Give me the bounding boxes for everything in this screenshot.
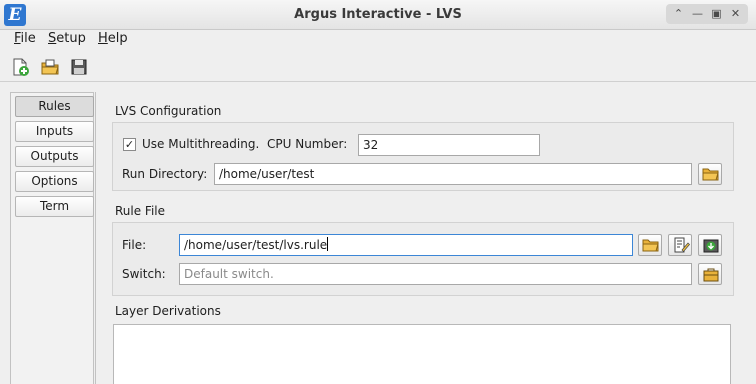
sidebar-item-rules[interactable]: Rules <box>15 96 94 117</box>
cpu-number-input[interactable]: 32 <box>358 134 540 156</box>
window-title: Argus Interactive - LVS <box>294 7 462 22</box>
rule-file-label: File: <box>122 238 147 252</box>
menu-help[interactable]: Help <box>98 31 128 46</box>
restore-icon[interactable]: ▣ <box>707 6 726 22</box>
rule-file-group: File: /home/user/test/lvs.rule Switch: D… <box>112 222 734 296</box>
edit-document-icon <box>674 237 690 253</box>
lvs-config-title: LVS Configuration <box>115 104 222 118</box>
rule-file-value: /home/user/test/lvs.rule <box>184 238 328 252</box>
open-folder-icon <box>702 168 719 181</box>
title-bar: E Argus Interactive - LVS ⌃ — ▣ ✕ <box>0 0 756 30</box>
briefcase-icon <box>703 268 719 282</box>
multithreading-checkbox[interactable]: ✓ <box>123 138 136 151</box>
menu-setup[interactable]: Setup <box>48 31 86 46</box>
open-folder-icon[interactable] <box>40 57 60 77</box>
main-panel: LVS Configuration ✓ Use Multithreading. … <box>95 92 756 384</box>
edit-rule-file-button[interactable] <box>668 234 692 256</box>
switch-select-button[interactable] <box>698 263 722 285</box>
switch-input[interactable]: Default switch. <box>179 263 692 285</box>
sidebar-item-inputs[interactable]: Inputs <box>15 121 94 142</box>
switch-label: Switch: <box>122 267 166 281</box>
layer-derivations-textarea[interactable] <box>113 324 731 384</box>
load-rule-file-button[interactable] <box>698 234 722 256</box>
menu-bar: File Setup Help <box>0 30 756 52</box>
toolbar <box>0 52 756 82</box>
sidebar: Rules Inputs Outputs Options Term <box>10 92 94 384</box>
download-icon <box>703 239 719 253</box>
save-icon[interactable] <box>69 57 89 77</box>
maximize-up-icon[interactable]: ⌃ <box>669 6 688 22</box>
open-folder-icon <box>642 239 659 252</box>
rule-file-input[interactable]: /home/user/test/lvs.rule <box>179 234 633 256</box>
multithreading-label: Use Multithreading. <box>142 137 260 151</box>
window-controls: ⌃ — ▣ ✕ <box>666 4 748 24</box>
run-directory-label: Run Directory: <box>122 167 208 181</box>
cpu-number-label: CPU Number: <box>267 137 348 151</box>
run-directory-input[interactable]: /home/user/test <box>214 163 692 185</box>
rule-file-title: Rule File <box>115 204 166 218</box>
text-caret <box>327 237 329 251</box>
new-file-icon[interactable] <box>11 57 31 77</box>
minimize-icon[interactable]: — <box>688 6 707 22</box>
layer-derivations-title: Layer Derivations <box>115 304 221 318</box>
browse-run-directory-button[interactable] <box>698 163 722 185</box>
close-icon[interactable]: ✕ <box>726 6 745 22</box>
lvs-config-group: ✓ Use Multithreading. CPU Number: 32 Run… <box>112 122 734 191</box>
menu-file[interactable]: File <box>14 31 36 46</box>
browse-rule-file-button[interactable] <box>638 234 662 256</box>
sidebar-item-outputs[interactable]: Outputs <box>15 146 94 167</box>
sidebar-item-options[interactable]: Options <box>15 171 94 192</box>
sidebar-item-term[interactable]: Term <box>15 196 94 217</box>
